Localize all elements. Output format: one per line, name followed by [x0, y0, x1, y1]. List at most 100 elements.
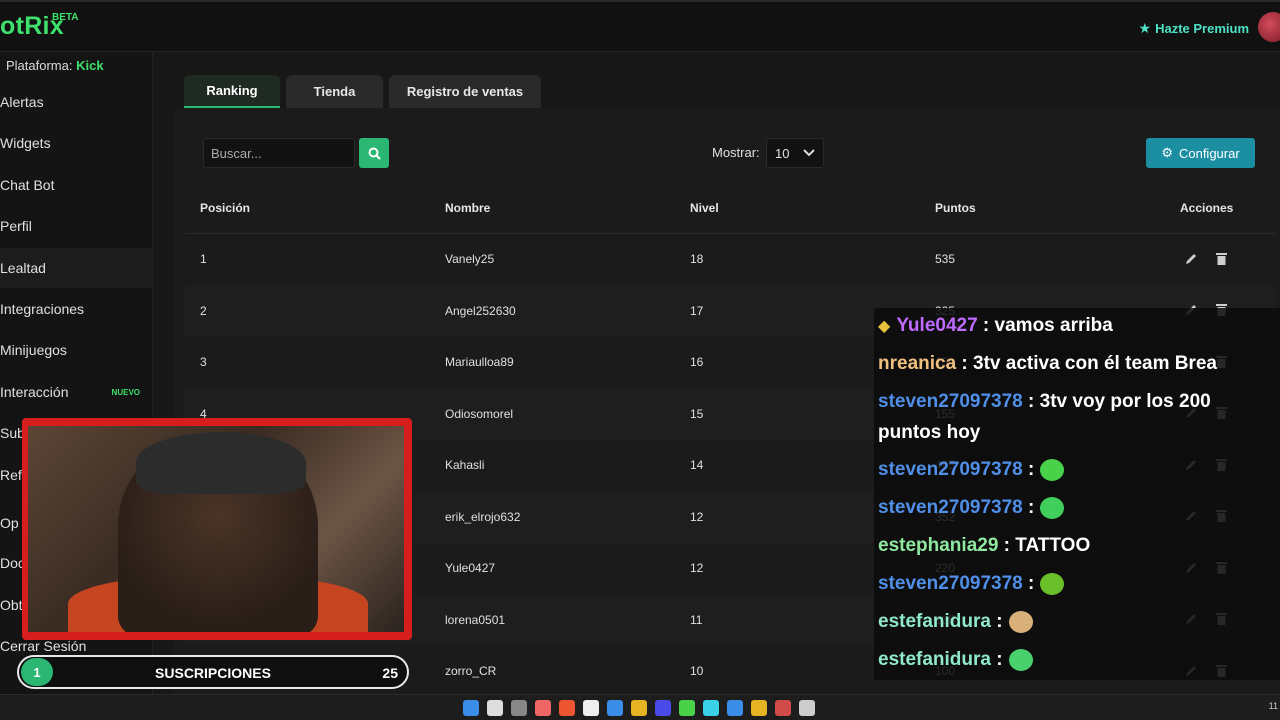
emote-icon — [1040, 496, 1065, 519]
sidebar-item-label: Cerrar Sesión — [0, 638, 87, 654]
col-points[interactable]: Puntos — [935, 201, 976, 215]
tab-registro-ventas[interactable]: Registro de ventas — [389, 75, 541, 108]
sidebar-item-6[interactable]: Minijuegos — [0, 330, 152, 370]
chat-text: : vamos arriba — [977, 315, 1113, 336]
chat-username[interactable]: Yule0427 — [896, 315, 977, 336]
app-root: otRix BETA ★ Hazte Premium Plataforma: K… — [0, 0, 1280, 720]
taskbar-app-icon[interactable] — [727, 700, 743, 716]
emote-icon — [1040, 572, 1065, 595]
webcam-cap — [136, 432, 306, 494]
platform-indicator: Plataforma: Kick — [6, 58, 104, 73]
taskbar-app-icon[interactable] — [607, 700, 623, 716]
taskbar-app-icon[interactable] — [799, 700, 815, 716]
show-label: Mostrar: — [712, 145, 760, 160]
top-bar: otRix BETA ★ Hazte Premium — [0, 0, 1280, 52]
taskbar-app-icon[interactable] — [463, 700, 479, 716]
search-icon — [368, 147, 381, 160]
trash-icon[interactable] — [1213, 250, 1229, 266]
cell-name: Kahasli — [445, 458, 485, 472]
webcam-frame — [22, 418, 412, 640]
cell-position: 2 — [200, 303, 207, 318]
sidebar-item-7[interactable]: Interacción NUEVO — [0, 372, 152, 412]
os-taskbar: 11 — [0, 694, 1280, 720]
chat-username[interactable]: estefanidura — [878, 611, 991, 632]
chat-text: : — [1022, 459, 1035, 480]
sub-goal: 25 — [382, 665, 398, 681]
col-level[interactable]: Nivel — [690, 201, 719, 215]
sidebar-item-label: Chat Bot — [0, 177, 55, 193]
taskbar-app-icon[interactable] — [631, 700, 647, 716]
chat-message: estephania29 : TATTOO — [878, 530, 1278, 561]
emote-icon — [1040, 458, 1065, 481]
sidebar-item-label: Op — [0, 515, 19, 531]
col-name[interactable]: Nombre — [445, 201, 490, 215]
col-actions: Acciones — [1180, 201, 1234, 215]
chat-username[interactable]: nreanica — [878, 353, 956, 374]
search-input[interactable] — [203, 138, 355, 168]
avatar[interactable] — [1258, 12, 1280, 42]
chat-text: : 3tv activa con él team Brea — [956, 353, 1217, 374]
sidebar-item-label: Lealtad — [0, 260, 46, 276]
taskbar-app-icon[interactable] — [655, 700, 671, 716]
search-button[interactable] — [359, 138, 389, 168]
emote-icon — [1008, 648, 1033, 671]
new-badge: NUEVO — [111, 387, 140, 397]
chat-username[interactable]: steven27097378 — [878, 391, 1023, 412]
sub-label: SUSCRIPCIONES — [155, 665, 271, 681]
emote-icon — [1008, 610, 1033, 633]
cell-level: 12 — [690, 561, 704, 575]
col-position[interactable]: Posición — [200, 201, 250, 215]
premium-link[interactable]: ★ Hazte Premium — [1139, 20, 1249, 37]
cell-name: Odiosomorel — [445, 406, 514, 421]
taskbar-app-icon[interactable] — [583, 700, 599, 716]
taskbar-app-icon[interactable] — [703, 700, 719, 716]
cell-level: 11 — [690, 612, 703, 627]
taskbar-app-icon[interactable] — [487, 700, 503, 716]
diamond-icon: ◆ — [878, 318, 891, 335]
cell-name: erik_elrojo632 — [445, 509, 521, 524]
chat-message: estefanidura : — [878, 606, 1278, 637]
sidebar-item-label: Minijuegos — [0, 342, 67, 358]
sidebar-item-3[interactable]: Perfil — [0, 206, 152, 246]
taskbar-app-icon[interactable] — [535, 700, 551, 716]
chevron-down-icon — [803, 149, 815, 157]
chat-username[interactable]: steven27097378 — [878, 573, 1023, 594]
chat-username[interactable]: steven27097378 — [878, 497, 1023, 518]
chat-message: steven27097378 : 3tv voy por los 200 pun… — [878, 386, 1278, 448]
chat-username[interactable]: steven27097378 — [878, 459, 1023, 480]
configure-button[interactable]: ⚙ Configurar — [1146, 138, 1255, 168]
page-size-select[interactable]: 10 — [766, 138, 824, 168]
cell-level: 17 — [690, 303, 704, 318]
sidebar-item-label: Perfil — [0, 218, 32, 234]
sidebar-item-5[interactable]: Integraciones — [0, 289, 152, 329]
sidebar-item-label: Obt — [0, 597, 23, 613]
chat-message: steven27097378 : — [878, 454, 1278, 485]
cell-points: 535 — [935, 252, 956, 266]
page-size-value: 10 — [775, 145, 790, 161]
chat-message: steven27097378 : — [878, 492, 1278, 523]
sidebar-item-1[interactable]: Widgets — [0, 123, 152, 163]
chat-text: : — [990, 649, 1003, 670]
taskbar-app-icon[interactable] — [751, 700, 767, 716]
taskbar-app-icon[interactable] — [511, 700, 527, 716]
taskbar-app-icon[interactable] — [775, 700, 791, 716]
tab-tienda[interactable]: Tienda — [286, 75, 383, 108]
webcam-video — [28, 426, 404, 632]
chat-username[interactable]: estefanidura — [878, 649, 991, 670]
chat-username[interactable]: estephania29 — [878, 535, 998, 556]
chat-overlay: ◆ Yule0427 : vamos arriba nreanica : 3tv a… — [874, 308, 1280, 680]
sidebar-item-label: Widgets — [0, 135, 51, 151]
premium-label: Hazte Premium — [1155, 21, 1249, 36]
cell-level: 16 — [690, 355, 704, 369]
cell-name: Angel252630 — [445, 303, 516, 318]
sidebar-item-2[interactable]: Chat Bot — [0, 165, 152, 205]
taskbar-app-icon[interactable] — [679, 700, 695, 716]
tab-ranking[interactable]: Ranking — [184, 75, 280, 108]
table-row: 1 Vanely25 18 535 — [185, 234, 1275, 285]
taskbar-app-icon[interactable] — [559, 700, 575, 716]
sidebar-item-0[interactable]: Alertas — [0, 82, 152, 122]
sidebar-item-label: Integraciones — [0, 301, 85, 317]
platform-value: Kick — [76, 58, 104, 73]
sidebar-item-4[interactable]: Lealtad — [0, 248, 152, 288]
edit-icon[interactable] — [1183, 250, 1199, 266]
